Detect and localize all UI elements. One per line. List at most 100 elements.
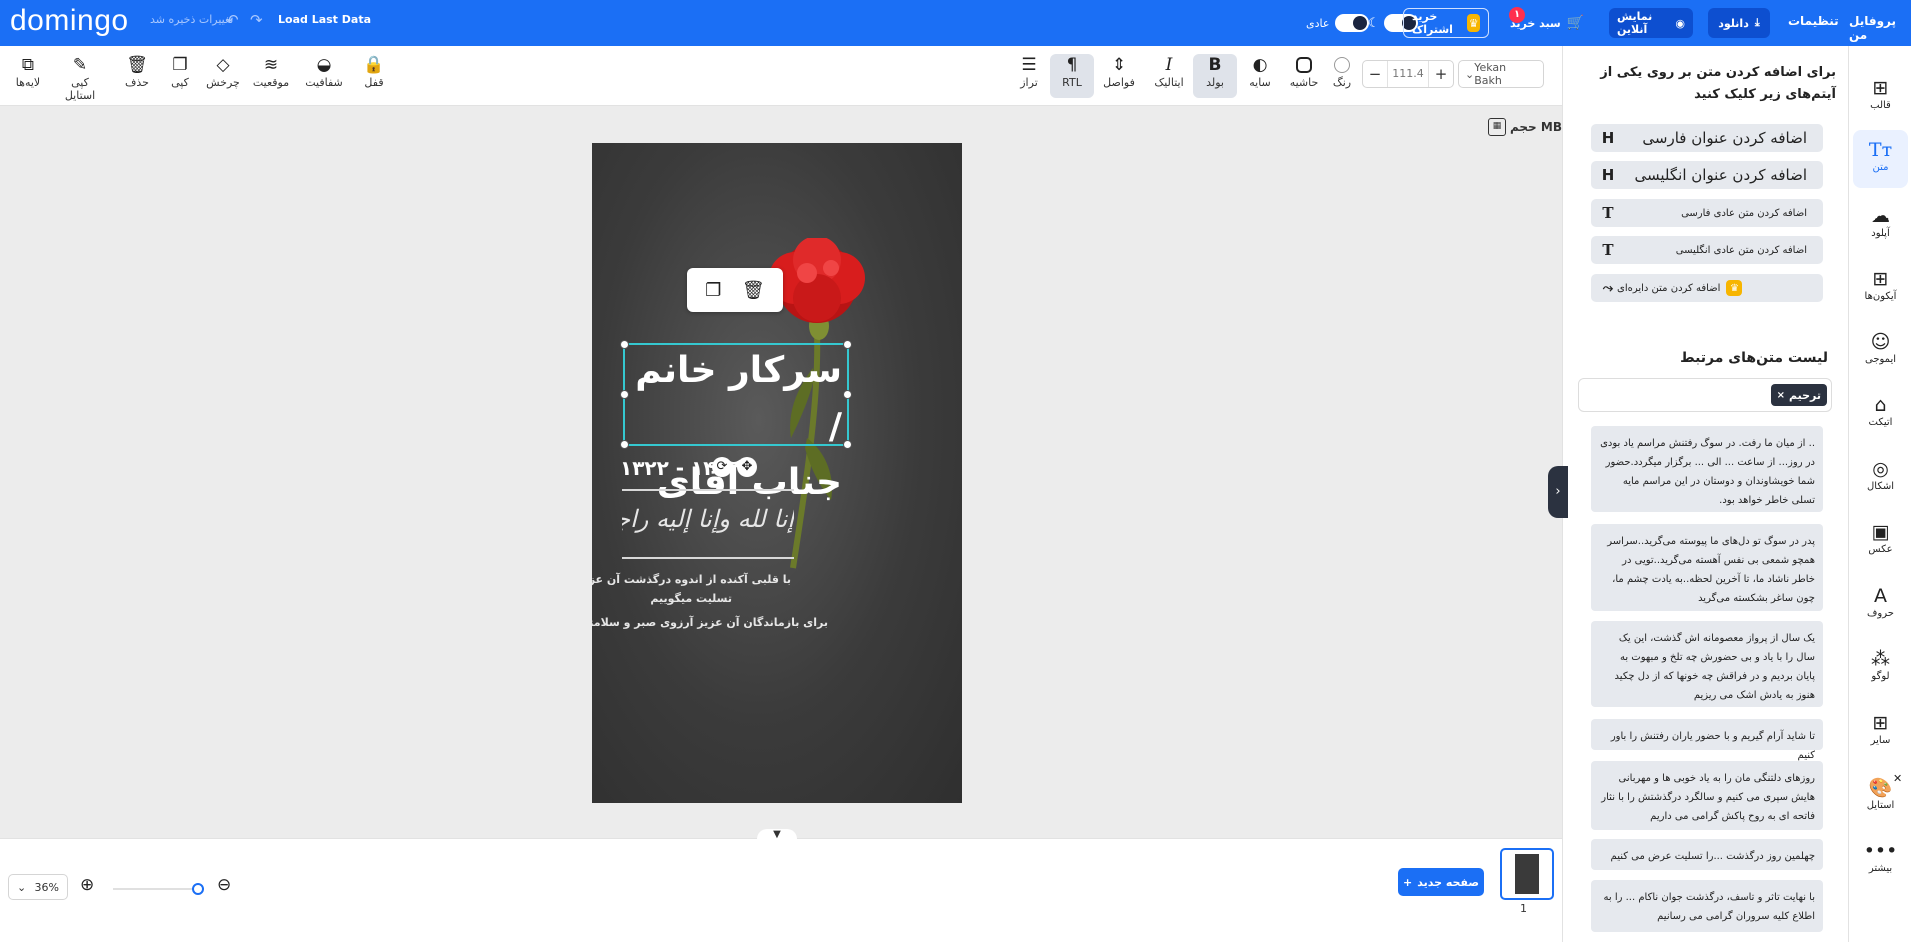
font-size-stepper[interactable]: − 111.4 + <box>1362 60 1454 88</box>
undo-icon[interactable]: ↶ <box>226 11 239 29</box>
delete-tool[interactable]: 🗑 حذف <box>115 54 159 89</box>
suggestion-item[interactable]: روزهای دلتنگی مان را به یاد خوبی ها و مه… <box>1591 761 1823 830</box>
move-handle-icon[interactable]: ✥ <box>737 457 757 477</box>
minus-icon[interactable]: − <box>1363 65 1387 83</box>
rail-logo[interactable]: ⁂ لوگو <box>1853 639 1908 697</box>
image-icon: ▣ <box>1871 521 1890 543</box>
opacity-tool[interactable]: ◒ شفافیت <box>302 54 346 89</box>
rail-more[interactable]: ••• بیشتر <box>1853 831 1908 889</box>
rail-other[interactable]: ⊞ سایر <box>1853 703 1908 761</box>
chevron-right-icon[interactable]: › <box>1548 466 1568 518</box>
add-persian-text-button[interactable]: T اضافه کردن متن عادی فارسی <box>1591 199 1823 227</box>
zoom-select[interactable]: ⌄ 36% <box>8 874 68 900</box>
condolence-line-2[interactable]: تسلیت میگوییم <box>650 592 732 605</box>
shadow-label: سایه <box>1249 76 1271 89</box>
color-tool[interactable]: رنگ <box>1320 54 1364 89</box>
add-persian-title-button[interactable]: H اضافه کردن عنوان فارسی <box>1591 124 1823 152</box>
resize-handle[interactable] <box>843 440 852 449</box>
rail-template[interactable]: ⊞ قالب <box>1853 68 1908 126</box>
rail-tag[interactable]: ⌂ اتیکت <box>1853 385 1908 443</box>
font-size-value[interactable]: 111.4 <box>1387 61 1429 87</box>
rail-emoji[interactable]: ☺ ایموجی <box>1853 322 1908 380</box>
add-english-title-button[interactable]: H اضافه کردن عنوان انگلیسی <box>1591 161 1823 189</box>
suggestion-item[interactable]: با نهایت تاثر و تاسف، درگذشت جوان ناکام … <box>1591 880 1823 932</box>
suggestion-item[interactable]: پدر در سوگ تو دل‌های ما پیوسته می‌گرید..… <box>1591 524 1823 611</box>
add-persian-text-label: اضافه کردن متن عادی فارسی <box>1681 207 1807 219</box>
suggestion-item[interactable]: چهلمین روز درگذشت ...را تسلیت عرض می کنی… <box>1591 839 1823 870</box>
resize-handle[interactable] <box>843 340 852 349</box>
rail-text[interactable]: Tт متن <box>1853 130 1908 188</box>
related-texts-search[interactable]: × ترحیم <box>1578 378 1832 412</box>
normal-mode-toggle[interactable] <box>1335 14 1370 32</box>
copy-style-tool[interactable]: ✎ کپی استایل <box>58 54 102 102</box>
condolence-line-3[interactable]: برای بازماندگان آن عزیز آرزوی صبر و سلام… <box>592 616 828 629</box>
layers-tool[interactable]: ⧉ لایه‌ها <box>6 54 50 89</box>
design-canvas[interactable]: ❐ 🗑 سرکار خانم / جناب آقای ۱۴۰۲ - ۱۳۲۲ ⟳… <box>592 143 962 803</box>
position-tool[interactable]: ≋ موقعیت <box>249 54 293 89</box>
logo[interactable]: domingo <box>10 4 129 38</box>
resize-handle[interactable] <box>620 390 629 399</box>
condolence-line-1[interactable]: با قلبی آکنده از اندوه درگذشت آن عزیز را <box>592 573 791 586</box>
resize-handle[interactable] <box>620 440 629 449</box>
italic-tool[interactable]: I ایتالیک <box>1147 54 1191 89</box>
duplicate-icon[interactable]: ❐ <box>705 280 721 301</box>
online-view-label: نمایش آنلاین <box>1617 10 1653 36</box>
zoom-slider-track[interactable] <box>113 888 201 890</box>
calculator-icon[interactable]: ▦ <box>1488 118 1506 136</box>
page-thumbnail[interactable] <box>1500 848 1554 900</box>
download-button[interactable]: دانلود ⤓ <box>1708 8 1770 38</box>
trash-icon[interactable]: 🗑 <box>742 280 765 301</box>
spacing-label: فواصل <box>1103 76 1135 89</box>
profile-link[interactable]: پروفایل من <box>1849 14 1911 42</box>
redo-icon[interactable]: ↷ <box>250 11 263 29</box>
search-tag-chip[interactable]: × ترحیم <box>1770 384 1827 406</box>
bold-tool[interactable]: B بولد <box>1193 54 1237 98</box>
rotate-handle-icon[interactable]: ⟳ <box>712 457 732 477</box>
copy-tool[interactable]: ❐ کپی <box>158 54 202 89</box>
lock-tool[interactable]: 🔒 قفل <box>352 54 396 89</box>
italic-icon: I <box>1165 55 1173 75</box>
close-icon[interactable]: ✕ <box>1893 772 1902 785</box>
selection-box[interactable] <box>620 340 852 449</box>
chevron-down-icon[interactable]: ▼ <box>757 829 797 849</box>
cart-button[interactable]: سبد خرید 🛒 <box>1510 8 1584 38</box>
rtl-tool[interactable]: ¶ RTL <box>1050 54 1094 98</box>
suggestion-item[interactable]: یک سال از پرواز معصومانه اش گذشت، این یک… <box>1591 621 1823 707</box>
subscribe-button[interactable]: خرید اشتراک ♛ <box>1403 8 1489 38</box>
rail-upload[interactable]: ☁ آپلود <box>1853 196 1908 254</box>
settings-link[interactable]: تنظیمات <box>1788 14 1839 28</box>
text-icon: T <box>1602 241 1614 259</box>
page-thumbnail-preview <box>1515 854 1539 894</box>
add-circle-text-button[interactable]: ⤳ ♛ اضافه کردن متن دایره‌ای <box>1591 274 1823 302</box>
suggestion-item[interactable]: .. از میان ما رفت. در سوگ رفتنش مراسم یا… <box>1591 426 1823 512</box>
calligraphy-text[interactable]: إنا لله وإنا إليه راجعون <box>622 493 794 545</box>
zoom-in-icon[interactable]: ⊕ <box>80 875 94 895</box>
copy-icon: ❐ <box>172 55 188 75</box>
suggestion-item[interactable]: تا شاید آرام گیریم و با حضور یاران رفتنش… <box>1591 719 1823 761</box>
online-view-button[interactable]: نمایش آنلاین ◉ <box>1609 8 1693 38</box>
load-last-data-button[interactable]: Load Last Data <box>278 13 371 26</box>
rotate-tool[interactable]: ◇ چرخش <box>201 54 245 89</box>
add-circle-text-label: اضافه کردن متن دایره‌ای <box>1617 282 1721 294</box>
align-tool[interactable]: ☰ تراز <box>1007 54 1051 89</box>
shadow-tool[interactable]: ◐ سایه <box>1238 54 1282 89</box>
rail-shapes[interactable]: ◎ اشکال <box>1853 449 1908 507</box>
add-english-text-button[interactable]: T اضافه کردن متن عادی انگلیسی <box>1591 236 1823 264</box>
opacity-label: شفافیت <box>305 76 343 89</box>
spacing-tool[interactable]: ⇕ فواصل <box>1097 54 1141 89</box>
resize-handle[interactable] <box>843 390 852 399</box>
close-icon[interactable]: × <box>1777 390 1785 401</box>
new-page-button[interactable]: + صفحه جدید <box>1398 868 1484 896</box>
zoom-slider-thumb[interactable] <box>192 883 204 895</box>
rail-icons[interactable]: ⊞ آیکون‌ها <box>1853 259 1908 317</box>
plus-icon: + <box>1403 875 1413 889</box>
resize-handle[interactable] <box>620 340 629 349</box>
zoom-out-icon[interactable]: ⊖ <box>217 875 231 895</box>
plus-icon[interactable]: + <box>1429 65 1453 83</box>
rail-other-label: سایر <box>1870 735 1891 746</box>
rail-photo[interactable]: ▣ عکس <box>1853 512 1908 570</box>
rail-letters[interactable]: A حروف <box>1853 576 1908 634</box>
font-family-select[interactable]: ⌄ Yekan Bakh <box>1458 60 1544 88</box>
upload-icon: ☁ <box>1871 205 1890 227</box>
lock-label: قفل <box>364 76 384 89</box>
